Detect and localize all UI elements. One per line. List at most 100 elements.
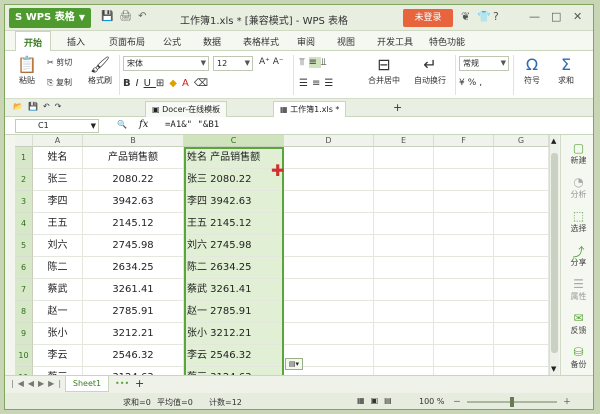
- col-header-g[interactable]: G: [494, 135, 549, 147]
- new-tab-icon[interactable]: +: [393, 101, 402, 114]
- tab-data[interactable]: 数据: [203, 35, 221, 48]
- font-color-icon[interactable]: A: [182, 78, 194, 89]
- folder-icon[interactable]: 📂: [13, 102, 28, 111]
- print-icon[interactable]: 🖨: [119, 11, 138, 22]
- zoom-in-icon[interactable]: ＋: [563, 396, 571, 407]
- cell-c[interactable]: 李云 2546.32: [184, 345, 284, 367]
- cell-g[interactable]: [494, 279, 549, 301]
- cell-b[interactable]: 2785.91: [83, 301, 184, 323]
- tab-table-style[interactable]: 表格样式: [243, 35, 279, 48]
- font-grow-icon[interactable]: A⁺ A⁻: [259, 57, 284, 67]
- cell-a[interactable]: 张三: [33, 169, 83, 191]
- cell-a[interactable]: 王五: [33, 213, 83, 235]
- save-icon[interactable]: 💾: [101, 11, 119, 22]
- cell-a[interactable]: 姓名: [33, 147, 83, 169]
- cell-g[interactable]: [494, 367, 549, 375]
- cell-d[interactable]: [284, 191, 374, 213]
- side-feedback[interactable]: ✉ 反馈: [561, 311, 593, 336]
- cell-g[interactable]: [494, 323, 549, 345]
- cell-f[interactable]: [434, 323, 494, 345]
- fx-icon[interactable]: fx: [139, 119, 148, 130]
- cell-f[interactable]: [434, 257, 494, 279]
- scroll-up-icon[interactable]: ▲: [551, 137, 556, 145]
- col-header-b[interactable]: B: [83, 135, 184, 147]
- zoom-formula-icon[interactable]: 🔍: [117, 120, 127, 129]
- align-left-icon[interactable]: ☰: [299, 78, 312, 89]
- cell-c[interactable]: 张小 3212.21: [184, 323, 284, 345]
- wrap-text-button[interactable]: ↵ 自动换行: [409, 55, 451, 86]
- cell-d[interactable]: [284, 213, 374, 235]
- skin-icon[interactable]: ❦: [461, 10, 470, 23]
- format-painter-button[interactable]: 🖌 格式刷: [85, 55, 115, 86]
- tab-page-layout[interactable]: 页面布局: [109, 35, 145, 48]
- row-header[interactable]: 3: [15, 191, 33, 213]
- row-header[interactable]: 10: [15, 345, 33, 367]
- cell-d[interactable]: [284, 301, 374, 323]
- font-name-select[interactable]: 宋体 ▼: [123, 56, 209, 71]
- cell-c[interactable]: 李四 3942.63: [184, 191, 284, 213]
- row-header[interactable]: 9: [15, 323, 33, 345]
- cell-g[interactable]: [494, 301, 549, 323]
- col-header-f[interactable]: F: [434, 135, 494, 147]
- paste-options-icon[interactable]: ▤▾: [285, 358, 303, 370]
- cell-e[interactable]: [374, 191, 434, 213]
- cell-d[interactable]: [284, 257, 374, 279]
- cell-a[interactable]: 陈二: [33, 257, 83, 279]
- zoom-out-icon[interactable]: －: [453, 396, 461, 407]
- undo-icon[interactable]: ↶: [43, 102, 55, 111]
- font-size-select[interactable]: 12 ▼: [213, 56, 253, 71]
- more-sheets-icon[interactable]: •••: [115, 379, 129, 388]
- cell-b[interactable]: 3942.63: [83, 191, 184, 213]
- cell-b[interactable]: 2745.98: [83, 235, 184, 257]
- row-header[interactable]: 7: [15, 279, 33, 301]
- cell-g[interactable]: [494, 345, 549, 367]
- cell-g[interactable]: [494, 147, 549, 169]
- normal-view-icon[interactable]: ▦: [357, 396, 371, 405]
- cell-a[interactable]: 张小: [33, 323, 83, 345]
- minimize-icon[interactable]: —: [529, 10, 540, 23]
- fill-color-icon[interactable]: ◆: [169, 78, 182, 89]
- cell-c[interactable]: 赵一 2785.91: [184, 301, 284, 323]
- thousands-icon[interactable]: ,: [479, 78, 485, 88]
- cell-b[interactable]: 2634.25: [83, 257, 184, 279]
- col-header-c[interactable]: C: [184, 135, 284, 147]
- side-backup[interactable]: ⛁ 备份: [561, 345, 593, 370]
- cell-e[interactable]: [374, 257, 434, 279]
- name-box[interactable]: C1 ▼: [15, 119, 99, 133]
- italic-icon[interactable]: I: [136, 78, 144, 89]
- cell-b[interactable]: 3261.41: [83, 279, 184, 301]
- col-header-a[interactable]: A: [33, 135, 83, 147]
- side-share[interactable]: ⤴ 分享: [561, 243, 593, 268]
- cell-a[interactable]: 李云: [33, 345, 83, 367]
- side-properties[interactable]: ☰ 属性: [561, 277, 593, 302]
- number-format-select[interactable]: 常规 ▼: [459, 56, 509, 71]
- cell-f[interactable]: [434, 367, 494, 375]
- page-layout-icon[interactable]: ▣: [371, 396, 385, 405]
- cell-c[interactable]: 蔡三 3124.63: [184, 367, 284, 375]
- percent-icon[interactable]: %: [468, 78, 480, 88]
- cell-a[interactable]: 赵一: [33, 301, 83, 323]
- side-select[interactable]: ⬚ 选择: [561, 209, 593, 234]
- cell-c[interactable]: 王五 2145.12: [184, 213, 284, 235]
- zoom-slider-thumb[interactable]: [510, 397, 514, 407]
- app-menu-button[interactable]: S WPS 表格 ▼: [9, 8, 91, 28]
- cell-e[interactable]: [374, 279, 434, 301]
- border-icon[interactable]: ⊞: [156, 78, 169, 89]
- cell-c[interactable]: 姓名 产品销售额: [184, 147, 284, 169]
- row-header[interactable]: 2: [15, 169, 33, 191]
- clear-format-icon[interactable]: ⌫: [194, 78, 213, 89]
- scroll-thumb[interactable]: [551, 153, 558, 353]
- redo-icon[interactable]: ↷: [55, 102, 67, 111]
- select-all-corner[interactable]: [15, 135, 33, 147]
- cell-b[interactable]: 产品销售额: [83, 147, 184, 169]
- cell-a[interactable]: 李四: [33, 191, 83, 213]
- cell-c[interactable]: 陈二 2634.25: [184, 257, 284, 279]
- formula-input[interactable]: =A1&" "&B1: [165, 120, 219, 130]
- last-sheet-icon[interactable]: ▶|: [48, 379, 65, 388]
- row-header[interactable]: 8: [15, 301, 33, 323]
- sum-button[interactable]: Σ 求和: [551, 55, 581, 86]
- cell-e[interactable]: [374, 323, 434, 345]
- cell-c[interactable]: 蔡武 3261.41: [184, 279, 284, 301]
- row-header[interactable]: 5: [15, 235, 33, 257]
- merge-center-button[interactable]: ⊟ 合并居中: [363, 55, 405, 86]
